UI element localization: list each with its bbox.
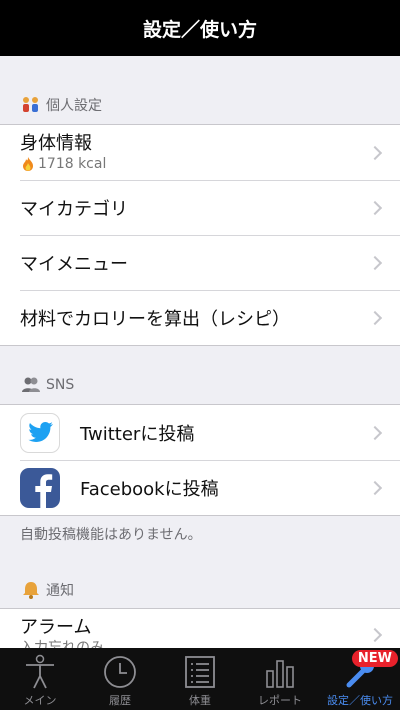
twitter-icon <box>20 412 60 453</box>
list-icon <box>182 654 218 690</box>
tab-label: レポート <box>258 694 302 707</box>
personal-settings-group: 身体情報 1718 kcal マイカテゴリ マイメニュー 材料でカロリーを算出（… <box>0 124 400 346</box>
tab-label: メイン <box>23 694 57 707</box>
sns-note: 自動投稿機能はありません。 <box>20 527 202 543</box>
new-badge: NEW <box>351 650 398 667</box>
couple-icon <box>20 96 42 114</box>
chevron-right-icon <box>367 145 383 160</box>
fire-icon <box>20 156 36 172</box>
tab-main[interactable]: メイン <box>0 648 80 710</box>
row-label: Twitterに投稿 <box>80 423 195 445</box>
chevron-right-icon <box>367 627 383 643</box>
chevron-right-icon <box>367 200 383 215</box>
body-icon <box>22 654 58 690</box>
tab-label: 設定／使い方 <box>327 694 393 707</box>
row-label: 材料でカロリーを算出（レシピ） <box>20 308 290 330</box>
page-title: 設定／使い方 <box>142 18 257 41</box>
sns-group: Twitterに投稿 Facebookに投稿 <box>0 404 400 516</box>
tab-weight[interactable]: 体重 <box>160 648 240 710</box>
users-icon <box>20 376 42 394</box>
calorie-value: 1718 kcal <box>20 155 106 173</box>
section-title: SNS <box>46 377 75 393</box>
section-title: 個人設定 <box>46 98 102 114</box>
tab-label: 体重 <box>189 694 211 707</box>
row-label: 身体情報 <box>20 132 92 154</box>
bell-icon <box>20 581 42 599</box>
row-my-category[interactable]: マイカテゴリ <box>0 180 400 235</box>
bar-chart-icon <box>262 654 298 690</box>
chevron-right-icon <box>367 480 383 495</box>
row-label: Facebookに投稿 <box>80 478 219 500</box>
facebook-icon <box>20 467 60 508</box>
section-header-personal: 個人設定 <box>0 92 400 118</box>
tab-settings[interactable]: 設定／使い方 NEW <box>320 648 400 710</box>
row-body-info[interactable]: 身体情報 1718 kcal <box>0 125 400 180</box>
tab-report[interactable]: レポート <box>240 648 320 710</box>
chevron-right-icon <box>367 255 383 270</box>
nav-bar: 設定／使い方 <box>0 0 400 56</box>
row-twitter-post[interactable]: Twitterに投稿 <box>0 405 400 460</box>
row-facebook-post[interactable]: Facebookに投稿 <box>0 460 400 515</box>
tab-label: 履歴 <box>109 694 131 707</box>
row-label: アラーム <box>20 617 92 638</box>
row-label: マイメニュー <box>20 253 128 275</box>
clock-icon <box>102 654 138 690</box>
row-my-menu[interactable]: マイメニュー <box>0 235 400 290</box>
section-header-notify: 通知 <box>0 577 400 603</box>
row-label: マイカテゴリ <box>20 198 128 220</box>
chevron-right-icon <box>367 425 383 440</box>
tab-history[interactable]: 履歴 <box>80 648 160 710</box>
section-header-sns: SNS <box>0 372 400 398</box>
chevron-right-icon <box>367 310 383 325</box>
section-title: 通知 <box>46 583 74 599</box>
row-recipe-calculator[interactable]: 材料でカロリーを算出（レシピ） <box>0 290 400 345</box>
tab-bar: メイン 履歴 体重 レポート 設定／使い方 NEW <box>0 648 400 710</box>
